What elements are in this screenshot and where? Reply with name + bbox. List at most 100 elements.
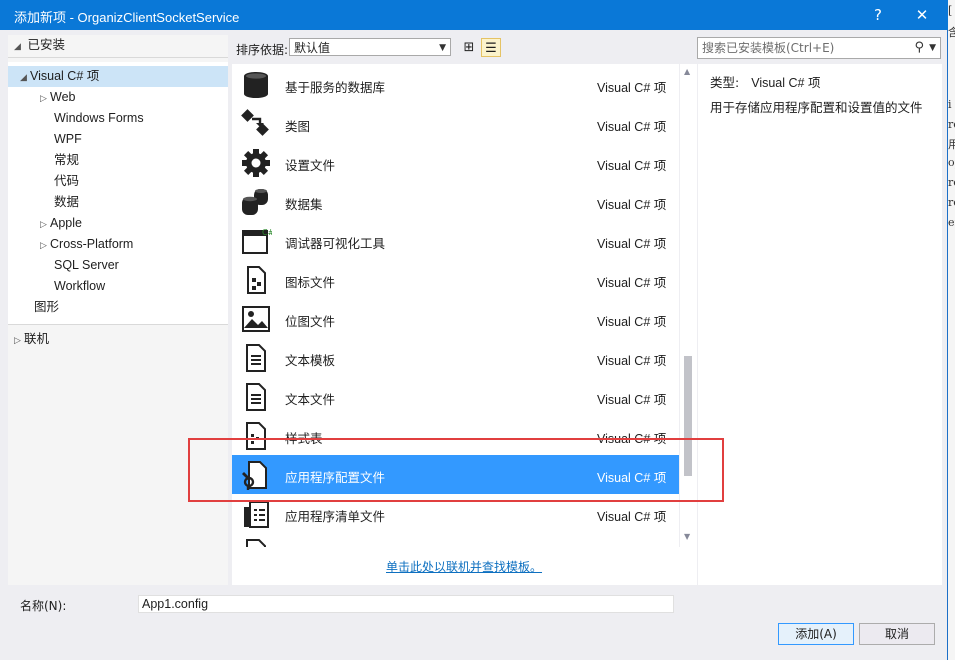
tree-item-label: 代码: [54, 174, 80, 188]
sort-by-dropdown[interactable]: 默认值 ▼: [289, 38, 451, 56]
cancel-button[interactable]: 取消: [859, 623, 935, 645]
name-input[interactable]: App1.config: [138, 595, 674, 613]
help-button[interactable]: ?: [858, 0, 898, 30]
template-name: 文本模板: [285, 353, 336, 368]
tree-item-windows-forms[interactable]: Windows Forms: [8, 108, 228, 129]
template-name: 基于服务的数据库: [285, 80, 386, 95]
template-type: Visual C# 项: [597, 510, 667, 524]
name-field-label: 名称(N):: [20, 599, 67, 613]
list-item[interactable]: 文本文件 Visual C# 项: [232, 377, 679, 416]
tree-item-label: Windows Forms: [54, 111, 144, 125]
template-name: 调试器可视化工具: [285, 236, 386, 251]
chevron-down-icon[interactable]: ▼: [929, 38, 936, 58]
database-icon: [244, 72, 268, 98]
tree-item-apple[interactable]: ▷ Apple: [8, 213, 228, 234]
template-type: Visual C# 项: [597, 315, 667, 329]
installed-categories: ◢ Visual C# 项 ▷ Web Windows Forms WPF 常规 代…: [8, 62, 228, 325]
tree-installed-label: 已安装: [27, 38, 65, 52]
description-text: 用于存储应用程序配置和设置值的文件: [710, 100, 923, 115]
dataset-icon: [242, 189, 268, 215]
tree-item-label: 图形: [34, 300, 60, 314]
template-name: 设置文件: [285, 158, 336, 173]
file-icon: [246, 539, 266, 547]
scroll-down-arrow-icon[interactable]: ▼: [684, 532, 690, 541]
bg-text: er: [948, 216, 955, 229]
list-item[interactable]: 设置文件 Visual C# 项: [232, 143, 679, 182]
bg-text: op: [948, 156, 955, 169]
collapsed-arrow-icon[interactable]: ▷: [40, 214, 50, 235]
tree-item-label: SQL Server: [54, 258, 119, 272]
highlight-annotation-box: [188, 438, 724, 502]
description-pane: [698, 64, 942, 585]
tree-item-label: 联机: [24, 332, 50, 346]
tree-installed-header[interactable]: ◢ 已安装: [8, 35, 228, 58]
tree-item-web[interactable]: ▷ Web: [8, 87, 228, 108]
collapsed-arrow-icon[interactable]: ▷: [14, 330, 24, 351]
background-window-right: [ 含 i ro 用 op ro ro er: [948, 0, 955, 660]
tree-item-online[interactable]: ▷ 联机: [14, 329, 49, 350]
template-name: 位图文件: [285, 314, 336, 329]
bg-text: ro: [948, 176, 955, 189]
tree-item-data[interactable]: 数据: [8, 192, 228, 213]
template-type: Visual C# 项: [597, 81, 667, 95]
tree-item-label: Workflow: [54, 279, 106, 293]
search-templates-input[interactable]: 搜索已安装模板(Ctrl+E) ⚲ ▼: [697, 37, 941, 59]
sort-by-value: 默认值: [294, 41, 331, 55]
list-item[interactable]: 文本模板 Visual C# 项: [232, 338, 679, 377]
bg-text: ro: [948, 118, 955, 131]
description-type: 类型: Visual C# 项: [710, 72, 820, 91]
add-new-item-dialog: 添加新项 - OrganizClientSocketService ? ✕ ◢ …: [0, 0, 948, 660]
settings-gear-icon: [242, 149, 270, 177]
collapsed-arrow-icon[interactable]: ▷: [40, 235, 50, 256]
tree-item-label: Visual C# 项: [30, 69, 100, 83]
close-button[interactable]: ✕: [902, 0, 942, 30]
grid-view-button[interactable]: ⊞: [459, 38, 479, 57]
list-item-partial[interactable]: [232, 533, 679, 547]
tree-item-general[interactable]: 常规: [8, 150, 228, 171]
title-bar: 添加新项 - OrganizClientSocketService ? ✕: [0, 0, 948, 30]
tree-item-wpf[interactable]: WPF: [8, 129, 228, 150]
tree-item-label: Apple: [50, 216, 82, 230]
tree-item-sql-server[interactable]: SQL Server: [8, 255, 228, 276]
app-manifest-icon: [244, 501, 269, 528]
icon-file-icon: [247, 266, 266, 294]
chevron-down-icon: ▼: [439, 43, 446, 53]
class-diagram-icon: [241, 109, 269, 136]
tree-item-label: WPF: [54, 132, 82, 146]
expanded-arrow-icon[interactable]: ◢: [20, 67, 30, 88]
list-item[interactable]: 数据集 Visual C# 项: [232, 182, 679, 221]
debugger-visualizer-icon: C#: [242, 228, 272, 254]
list-item[interactable]: 类图 Visual C# 项: [232, 104, 679, 143]
tree-item-code[interactable]: 代码: [8, 171, 228, 192]
template-type: Visual C# 项: [597, 198, 667, 212]
collapsed-arrow-icon[interactable]: ▷: [40, 88, 50, 109]
template-name: 图标文件: [285, 275, 336, 290]
text-file-icon: [246, 383, 266, 411]
tree-item-graphics[interactable]: 图形: [8, 297, 228, 318]
bg-text: 含: [948, 26, 955, 39]
list-item[interactable]: 图标文件 Visual C# 项: [232, 260, 679, 299]
scroll-up-arrow-icon[interactable]: ▲: [684, 67, 690, 76]
find-templates-online-link[interactable]: 单击此处以联机并查找模板。: [386, 558, 542, 575]
tree-item-label: 数据: [54, 195, 80, 209]
search-icon[interactable]: ⚲: [914, 38, 924, 58]
template-type: Visual C# 项: [597, 120, 667, 134]
sort-by-label: 排序依据:: [236, 43, 289, 57]
tree-item-label: Cross-Platform: [50, 237, 134, 251]
template-name: 文本文件: [285, 392, 336, 407]
list-item[interactable]: 位图文件 Visual C# 项: [232, 299, 679, 338]
template-type: Visual C# 项: [597, 276, 667, 290]
expanded-arrow-icon[interactable]: ◢: [14, 36, 24, 57]
list-view-button[interactable]: ☰: [481, 38, 501, 57]
template-name: 应用程序清单文件: [285, 509, 386, 524]
add-button[interactable]: 添加(A): [778, 623, 854, 645]
bg-text: 用: [948, 138, 955, 151]
list-item[interactable]: 基于服务的数据库 Visual C# 项: [232, 65, 679, 104]
tree-item-workflow[interactable]: Workflow: [8, 276, 228, 297]
template-type: Visual C# 项: [597, 354, 667, 368]
template-name: 类图: [285, 119, 311, 134]
bg-text: ro: [948, 196, 955, 209]
tree-item-cross-platform[interactable]: ▷ Cross-Platform: [8, 234, 228, 255]
list-item[interactable]: C# 调试器可视化工具 Visual C# 项: [232, 221, 679, 260]
tree-item-visual-csharp[interactable]: ◢ Visual C# 项: [8, 66, 228, 87]
